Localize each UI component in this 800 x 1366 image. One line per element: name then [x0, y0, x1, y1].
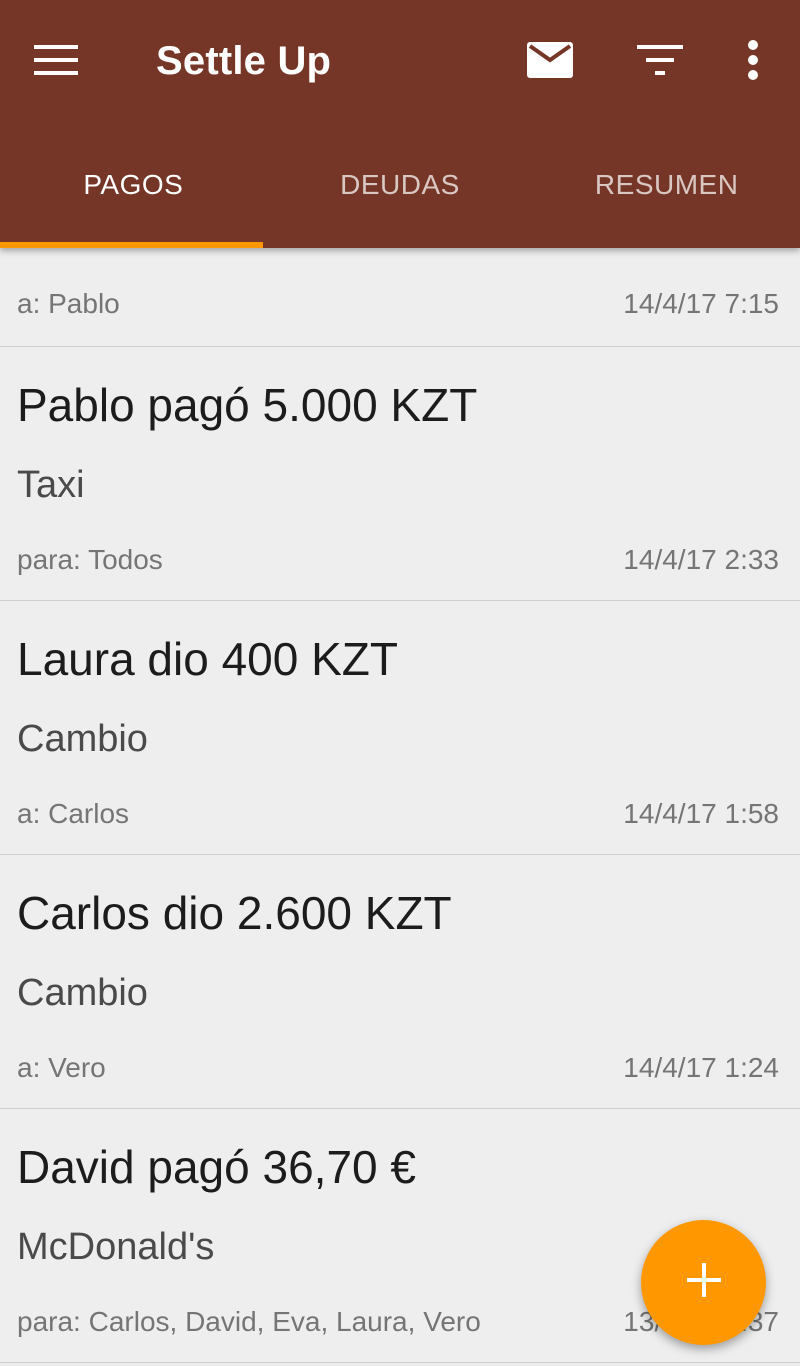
tab-bar: PAGOS DEUDAS RESUMEN	[0, 124, 800, 248]
tab-deudas[interactable]: DEUDAS	[267, 124, 534, 248]
item-headline: Carlos dio 2.600 KZT	[17, 887, 452, 939]
mail-button[interactable]	[520, 34, 580, 90]
hamburger-menu-icon	[34, 44, 78, 81]
item-description: Taxi	[17, 464, 85, 506]
app-title: Settle Up	[156, 39, 332, 83]
tab-indicator	[0, 242, 263, 248]
mail-icon	[527, 41, 573, 83]
list-item[interactable]: Laura dio 400 KZT Cambio a: Carlos 14/4/…	[0, 601, 800, 855]
item-date: 14/4/17 1:24	[623, 1052, 779, 1083]
item-description: Cambio	[17, 718, 148, 760]
tab-pagos[interactable]: PAGOS	[0, 124, 267, 248]
add-icon	[685, 1261, 723, 1304]
app-screen: a: Pablo 14/4/17 7:15 Pablo pagó 5.000 K…	[0, 0, 800, 1366]
tab-resumen[interactable]: RESUMEN	[533, 124, 800, 248]
item-recipients: a: Carlos	[17, 798, 130, 829]
item-recipients: a: Vero	[17, 1052, 106, 1083]
filter-button[interactable]	[630, 34, 690, 90]
filter-icon	[637, 44, 683, 81]
add-payment-button[interactable]	[641, 1220, 766, 1345]
more-options-button[interactable]	[730, 34, 776, 90]
item-recipients: a: Pablo	[17, 288, 120, 319]
list-item[interactable]: Pablo pagó 5.000 KZT Taxi para: Todos 14…	[0, 347, 800, 601]
item-headline: David pagó 36,70 €	[17, 1141, 416, 1193]
item-description: McDonald's	[17, 1226, 215, 1268]
item-date: 14/4/17 7:15	[623, 288, 779, 319]
item-headline: Laura dio 400 KZT	[17, 633, 399, 685]
item-date: 14/4/17 1:58	[623, 798, 779, 829]
toolbar: Settle Up	[0, 0, 800, 124]
item-recipients: para: Todos	[17, 544, 163, 575]
menu-button[interactable]	[24, 34, 88, 90]
item-recipients: para: Carlos, David, Eva, Laura, Vero	[17, 1306, 481, 1337]
app-bar: Settle Up PAGOS DEUDAS RESUMEN	[0, 0, 800, 248]
more-vert-icon	[747, 39, 759, 85]
item-date: 14/4/17 2:33	[623, 544, 779, 575]
item-description: Cambio	[17, 972, 148, 1014]
list-item[interactable]: Carlos dio 2.600 KZT Cambio a: Vero 14/4…	[0, 855, 800, 1109]
item-headline: Pablo pagó 5.000 KZT	[17, 379, 478, 431]
